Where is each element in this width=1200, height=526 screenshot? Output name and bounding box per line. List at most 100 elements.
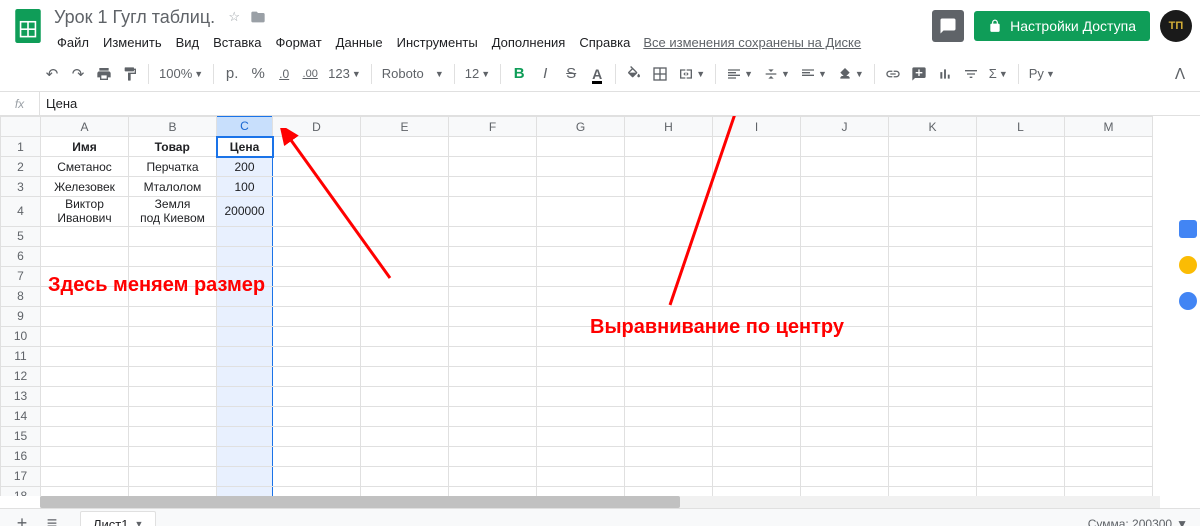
- cell-E5[interactable]: [361, 226, 449, 246]
- cell-D13[interactable]: [273, 386, 361, 406]
- cell-D1[interactable]: [273, 137, 361, 157]
- share-button[interactable]: Настройки Доступа: [974, 11, 1150, 41]
- cell-K14[interactable]: [889, 406, 977, 426]
- input-language-dropdown[interactable]: Ру▼: [1025, 66, 1059, 81]
- font-size-dropdown[interactable]: 12▼: [461, 66, 494, 81]
- row-header-6[interactable]: 6: [1, 246, 41, 266]
- cell-I14[interactable]: [713, 406, 801, 426]
- cell-C3[interactable]: 100: [217, 177, 273, 197]
- account-avatar[interactable]: ТП: [1160, 10, 1192, 42]
- cell-M16[interactable]: [1065, 446, 1153, 466]
- row-header-3[interactable]: 3: [1, 177, 41, 197]
- cell-H18[interactable]: [625, 486, 713, 496]
- cell-A5[interactable]: [41, 226, 129, 246]
- cell-L9[interactable]: [977, 306, 1065, 326]
- cell-G9[interactable]: [537, 306, 625, 326]
- row-header-7[interactable]: 7: [1, 266, 41, 286]
- cell-D16[interactable]: [273, 446, 361, 466]
- menu-file[interactable]: Файл: [50, 33, 96, 52]
- fill-color-button[interactable]: [622, 61, 646, 87]
- cell-C17[interactable]: [217, 466, 273, 486]
- cell-I10[interactable]: [713, 326, 801, 346]
- borders-button[interactable]: [648, 61, 672, 87]
- cell-D8[interactable]: [273, 286, 361, 306]
- menu-data[interactable]: Данные: [329, 33, 390, 52]
- cell-L17[interactable]: [977, 466, 1065, 486]
- cell-D7[interactable]: [273, 266, 361, 286]
- cell-L12[interactable]: [977, 366, 1065, 386]
- cell-G11[interactable]: [537, 346, 625, 366]
- cell-B4[interactable]: Земляпод Киевом: [129, 197, 217, 227]
- cell-C2[interactable]: 200: [217, 157, 273, 177]
- cell-F12[interactable]: [449, 366, 537, 386]
- row-header-18[interactable]: 18: [1, 486, 41, 496]
- cell-H15[interactable]: [625, 426, 713, 446]
- cell-F10[interactable]: [449, 326, 537, 346]
- insert-link-button[interactable]: [881, 61, 905, 87]
- increase-decimal-button[interactable]: .00: [298, 61, 322, 87]
- cell-F8[interactable]: [449, 286, 537, 306]
- cell-M7[interactable]: [1065, 266, 1153, 286]
- cell-D10[interactable]: [273, 326, 361, 346]
- cell-A2[interactable]: Сметанос: [41, 157, 129, 177]
- cell-C8[interactable]: [217, 286, 273, 306]
- cell-J7[interactable]: [801, 266, 889, 286]
- folder-icon[interactable]: [249, 8, 267, 26]
- cell-E8[interactable]: [361, 286, 449, 306]
- cell-J10[interactable]: [801, 326, 889, 346]
- cell-C16[interactable]: [217, 446, 273, 466]
- merge-cells-dropdown[interactable]: ▼: [674, 66, 709, 82]
- cell-B5[interactable]: [129, 226, 217, 246]
- cell-M14[interactable]: [1065, 406, 1153, 426]
- cell-B9[interactable]: [129, 306, 217, 326]
- cell-I6[interactable]: [713, 246, 801, 266]
- column-header-L[interactable]: L: [977, 117, 1065, 137]
- column-header-J[interactable]: J: [801, 117, 889, 137]
- cell-D3[interactable]: [273, 177, 361, 197]
- star-icon[interactable]: ☆: [225, 8, 243, 26]
- cell-F6[interactable]: [449, 246, 537, 266]
- cell-J13[interactable]: [801, 386, 889, 406]
- cell-I1[interactable]: [713, 137, 801, 157]
- cell-E16[interactable]: [361, 446, 449, 466]
- doc-title[interactable]: Урок 1 Гугл таблиц.: [50, 7, 219, 28]
- cell-I5[interactable]: [713, 226, 801, 246]
- text-color-button[interactable]: A: [585, 61, 609, 87]
- cell-K13[interactable]: [889, 386, 977, 406]
- cell-D4[interactable]: [273, 197, 361, 227]
- cell-B14[interactable]: [129, 406, 217, 426]
- cell-E2[interactable]: [361, 157, 449, 177]
- formula-input[interactable]: Цена: [40, 96, 1200, 111]
- cell-M4[interactable]: [1065, 197, 1153, 227]
- cell-G8[interactable]: [537, 286, 625, 306]
- row-header-5[interactable]: 5: [1, 226, 41, 246]
- cell-H7[interactable]: [625, 266, 713, 286]
- column-header-B[interactable]: B: [129, 117, 217, 137]
- cell-E3[interactable]: [361, 177, 449, 197]
- cell-H4[interactable]: [625, 197, 713, 227]
- cell-E12[interactable]: [361, 366, 449, 386]
- cell-G6[interactable]: [537, 246, 625, 266]
- cell-E4[interactable]: [361, 197, 449, 227]
- cell-I17[interactable]: [713, 466, 801, 486]
- cell-I11[interactable]: [713, 346, 801, 366]
- cell-M1[interactable]: [1065, 137, 1153, 157]
- cell-E17[interactable]: [361, 466, 449, 486]
- cell-E9[interactable]: [361, 306, 449, 326]
- row-header-17[interactable]: 17: [1, 466, 41, 486]
- cell-J9[interactable]: [801, 306, 889, 326]
- cell-A8[interactable]: [41, 286, 129, 306]
- cell-K1[interactable]: [889, 137, 977, 157]
- cell-K10[interactable]: [889, 326, 977, 346]
- print-button[interactable]: [92, 61, 116, 87]
- cell-G18[interactable]: [537, 486, 625, 496]
- cell-B15[interactable]: [129, 426, 217, 446]
- cell-L11[interactable]: [977, 346, 1065, 366]
- cell-F3[interactable]: [449, 177, 537, 197]
- cell-L6[interactable]: [977, 246, 1065, 266]
- cell-H14[interactable]: [625, 406, 713, 426]
- cell-D2[interactable]: [273, 157, 361, 177]
- column-header-A[interactable]: A: [41, 117, 129, 137]
- cell-E18[interactable]: [361, 486, 449, 496]
- cell-F2[interactable]: [449, 157, 537, 177]
